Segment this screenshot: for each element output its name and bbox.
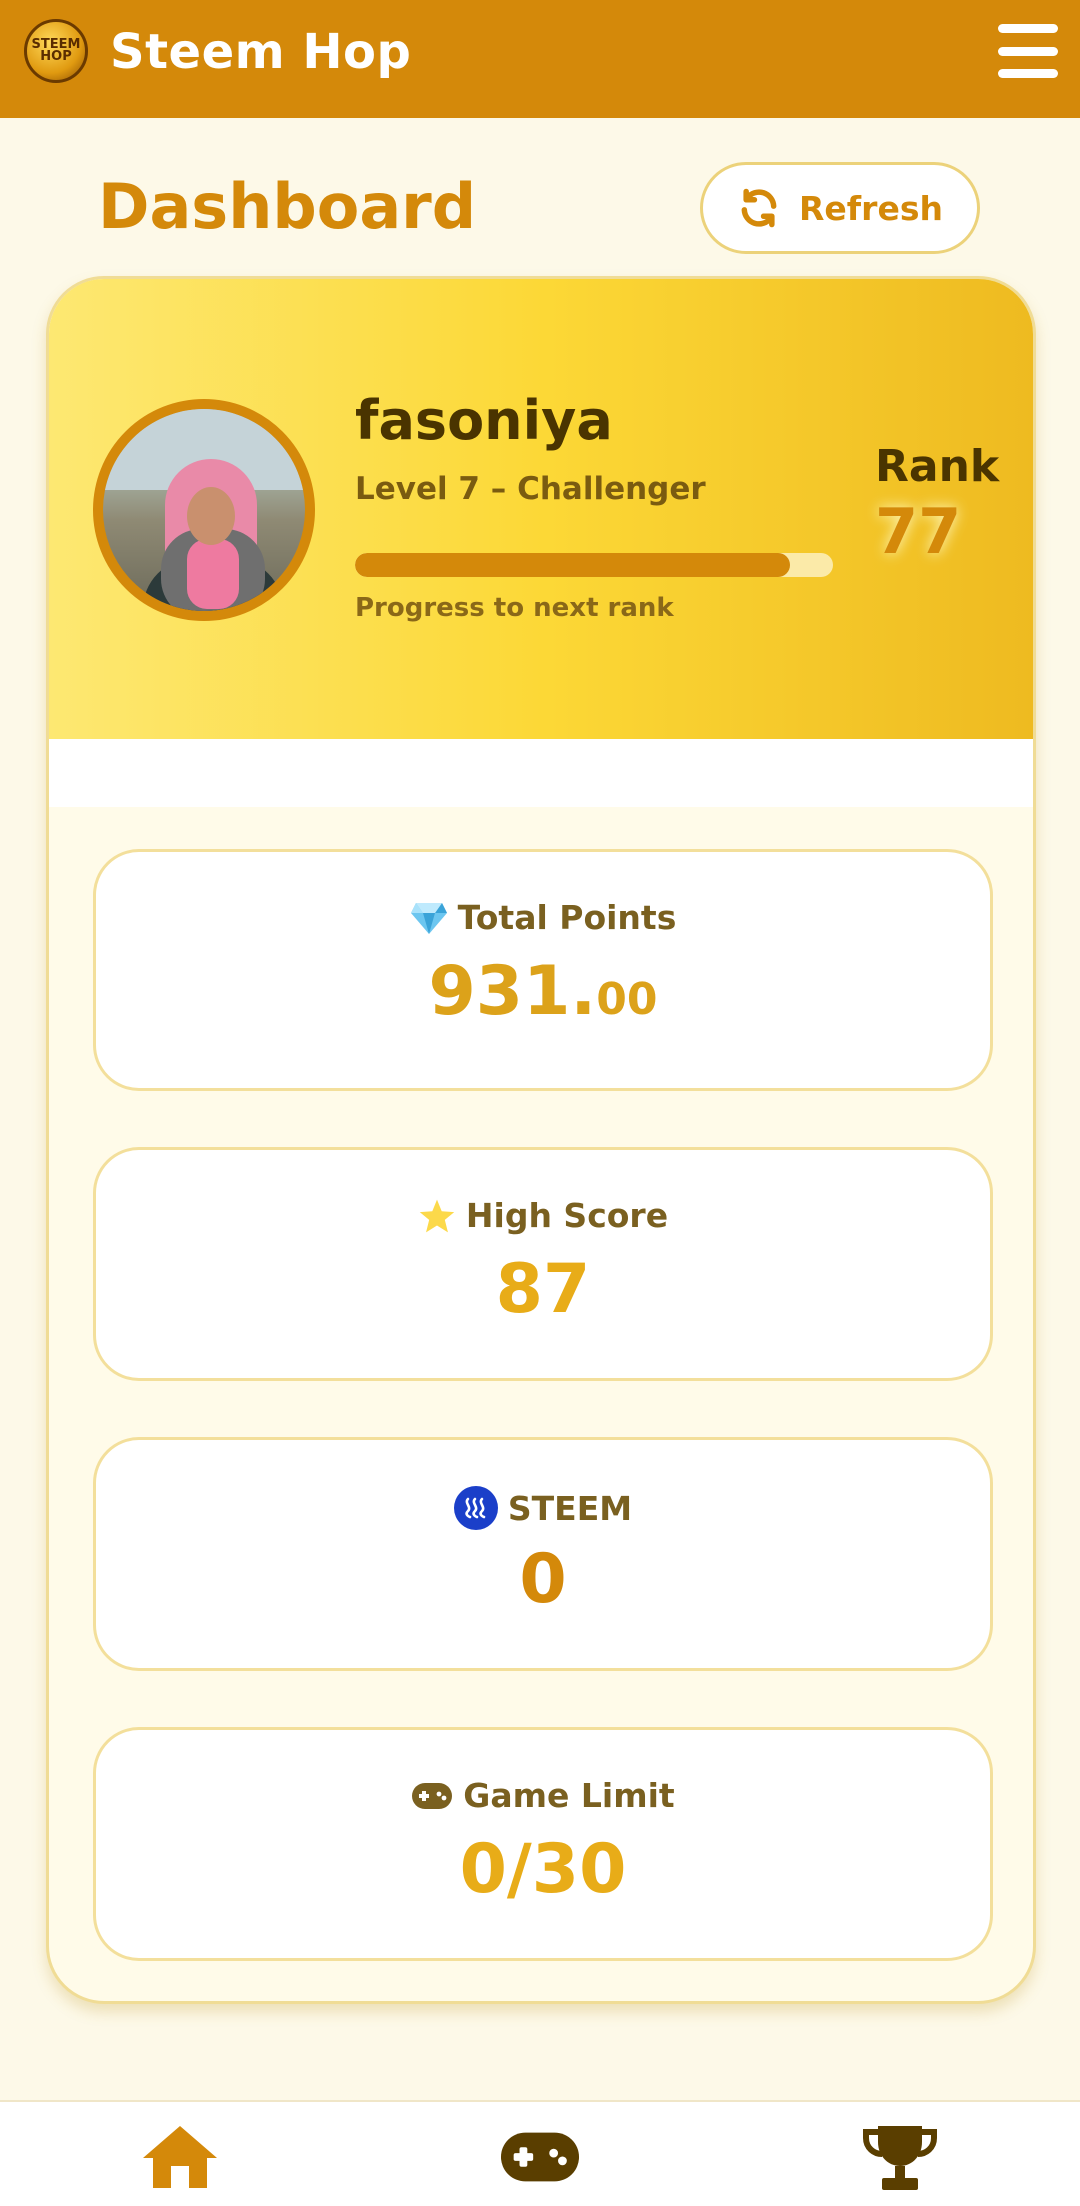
stat-value-steem: 0 [519,1540,567,1619]
rank-progress-bar [355,553,833,577]
stat-label: Total Points [457,898,677,937]
stat-card-total-points: Total Points 931.00 [93,849,993,1091]
rank-label: Rank [875,441,1000,492]
stat-label: Game Limit [463,1776,675,1815]
app-title: Steem Hop [110,24,412,80]
rank-progress-fill [355,553,790,577]
stat-card-game-limit: Game Limit 0/30 [93,1727,993,1961]
avatar[interactable] [93,399,315,621]
stat-label: STEEM [507,1488,633,1528]
progress-label: Progress to next rank [355,593,674,623]
nav-game[interactable] [500,2122,580,2192]
nav-leaderboard[interactable] [860,2122,940,2192]
bottom-navigation [0,2100,1080,2206]
username: fasoniya [355,389,613,452]
nav-home[interactable] [140,2122,220,2192]
steem-icon [453,1486,498,1530]
divider [49,739,1033,807]
home-icon [143,2126,217,2188]
gem-icon [410,902,447,934]
rank-value: 77 [875,495,962,568]
stat-card-steem: STEEM 0 [93,1437,993,1671]
gamepad-icon [500,2132,580,2182]
top-app-bar: STEEM HOP Steem Hop [0,0,1080,118]
stat-card-high-score: High Score 87 [93,1147,993,1381]
app-logo[interactable]: STEEM HOP [24,19,88,83]
hamburger-menu-icon[interactable] [998,24,1058,78]
page-title: Dashboard [98,170,477,243]
dashboard-card: fasoniya Level 7 – Challenger Progress t… [46,276,1036,2004]
stat-value-game-limit: 0/30 [459,1830,627,1909]
stat-value-high-score: 87 [495,1250,591,1329]
trophy-icon [863,2126,937,2190]
refresh-icon [741,188,777,228]
star-icon [419,1199,455,1232]
level-text: Level 7 – Challenger [355,471,706,507]
refresh-button[interactable]: Refresh [700,162,980,254]
refresh-label: Refresh [799,188,943,228]
stat-value-total-points: 931.00 [428,952,658,1031]
gamepad-icon [412,1782,453,1809]
stat-label: High Score [465,1196,669,1235]
profile-banner: fasoniya Level 7 – Challenger Progress t… [49,279,1033,739]
